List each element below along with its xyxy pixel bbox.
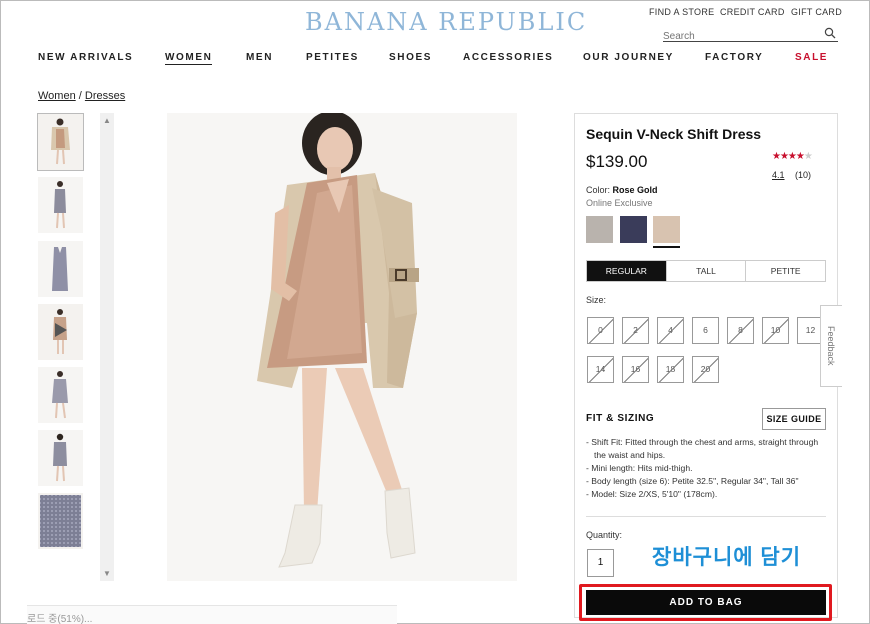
rating-count: (10) <box>795 170 812 180</box>
thumbnail-model-back-image <box>38 430 83 486</box>
size-option-4[interactable]: 4 <box>657 317 684 344</box>
add-to-bag-button[interactable]: ADD TO BAG <box>586 590 826 615</box>
loading-status: 로드 중(51%)... <box>27 605 397 624</box>
online-exclusive-label: Online Exclusive <box>586 198 653 208</box>
nav-women[interactable]: WOMEN <box>165 52 213 65</box>
rating-stars-icon[interactable]: ★★★★★ <box>772 151 813 162</box>
color-label: Color: <box>586 185 611 195</box>
swatch-navy[interactable] <box>620 216 647 243</box>
breadcrumb: Women / Dresses <box>38 90 125 102</box>
credit-card-link[interactable]: CREDIT CARD <box>720 7 785 17</box>
color-info: Color: Rose Gold <box>586 185 658 195</box>
thumbnail-4-video[interactable] <box>37 303 84 361</box>
nav-new-arrivals[interactable]: NEW ARRIVALS <box>38 52 133 63</box>
scroll-up-icon[interactable]: ▲ <box>103 116 111 125</box>
thumbnail-fabric-detail-image <box>40 495 81 547</box>
quantity-label: Quantity: <box>586 530 623 540</box>
nav-sale[interactable]: SALE <box>795 52 828 63</box>
search-input[interactable] <box>663 29 813 44</box>
detail-item: - Shift Fit: Fitted through the chest an… <box>586 437 819 460</box>
product-title: Sequin V-Neck Shift Dress <box>586 126 762 142</box>
scroll-down-icon[interactable]: ▼ <box>103 569 111 578</box>
fit-tall[interactable]: TALL <box>667 261 747 281</box>
size-option-10[interactable]: 10 <box>762 317 789 344</box>
thumbnail-video-image <box>38 304 83 360</box>
search-icon[interactable] <box>824 27 836 39</box>
breadcrumb-separator: / <box>78 90 82 102</box>
thumbnail-model-coat-image <box>38 114 83 170</box>
nav-accessories[interactable]: ACCESSORIES <box>463 52 553 63</box>
rating-value-link[interactable]: 4.1 <box>772 170 785 180</box>
thumbnail-2[interactable] <box>37 176 84 234</box>
size-option-0[interactable]: 0 <box>587 317 614 344</box>
size-option-16[interactable]: 16 <box>622 356 649 383</box>
fit-selector: REGULAR TALL PETITE <box>586 260 826 282</box>
size-option-20[interactable]: 20 <box>692 356 719 383</box>
fit-sizing-heading: FIT & SIZING <box>586 413 655 424</box>
thumbnail-3[interactable] <box>37 240 84 298</box>
divider <box>586 516 826 517</box>
feedback-tab[interactable]: Feedback <box>820 305 842 387</box>
feedback-label: Feedback <box>826 326 836 366</box>
thumbnail-dress-flat-image <box>38 241 83 297</box>
gift-card-link[interactable]: GIFT CARD <box>791 7 842 17</box>
thumbnail-model-side-image <box>38 177 83 233</box>
product-details-list: - Shift Fit: Fitted through the chest an… <box>586 436 831 501</box>
swatch-silver[interactable] <box>586 216 613 243</box>
quantity-input[interactable]: 1 <box>587 549 614 577</box>
size-option-14[interactable]: 14 <box>587 356 614 383</box>
size-option-2[interactable]: 2 <box>622 317 649 344</box>
color-value: Rose Gold <box>612 185 658 195</box>
model-photo <box>167 113 517 581</box>
search-bar <box>663 26 838 44</box>
swatch-rose-gold[interactable] <box>653 216 680 248</box>
thumbnail-1[interactable] <box>37 113 84 171</box>
thumbnail-6[interactable] <box>37 429 84 487</box>
detail-item: - Model: Size 2/XS, 5'10" (178cm). <box>586 489 718 499</box>
size-option-6[interactable]: 6 <box>692 317 719 344</box>
thumbnail-7[interactable] <box>37 492 84 550</box>
product-price: $139.00 <box>586 152 648 171</box>
thumbnail-model-front-image <box>38 367 83 423</box>
product-main-image[interactable] <box>167 113 517 581</box>
nav-petites[interactable]: PETITES <box>306 52 359 63</box>
fit-petite[interactable]: PETITE <box>746 261 825 281</box>
nav-shoes[interactable]: SHOES <box>389 52 432 63</box>
detail-item: - Mini length: Hits mid-thigh. <box>586 463 693 473</box>
nav-factory[interactable]: FACTORY <box>705 52 763 63</box>
fit-regular[interactable]: REGULAR <box>587 261 667 281</box>
rating-summary: 4.1 (10) <box>772 170 811 180</box>
annotation-text: 장바구니에 담기 <box>652 546 802 569</box>
size-option-8[interactable]: 8 <box>727 317 754 344</box>
size-guide-button[interactable]: SIZE GUIDE <box>762 408 826 430</box>
thumbnail-scrollbar[interactable]: ▲ ▼ <box>100 113 114 581</box>
thumbnail-5[interactable] <box>37 366 84 424</box>
size-label: Size: <box>586 295 607 305</box>
detail-item: - Body length (size 6): Petite 32.5", Re… <box>586 476 799 486</box>
size-option-18[interactable]: 18 <box>657 356 684 383</box>
nav-our-journey[interactable]: OUR JOURNEY <box>583 52 674 63</box>
breadcrumb-women[interactable]: Women <box>38 90 76 102</box>
nav-men[interactable]: MEN <box>246 52 273 63</box>
brand-logo[interactable]: BANANA REPUBLIC <box>305 8 587 36</box>
breadcrumb-dresses[interactable]: Dresses <box>85 90 125 102</box>
find-a-store-link[interactable]: FIND A STORE <box>649 7 714 17</box>
